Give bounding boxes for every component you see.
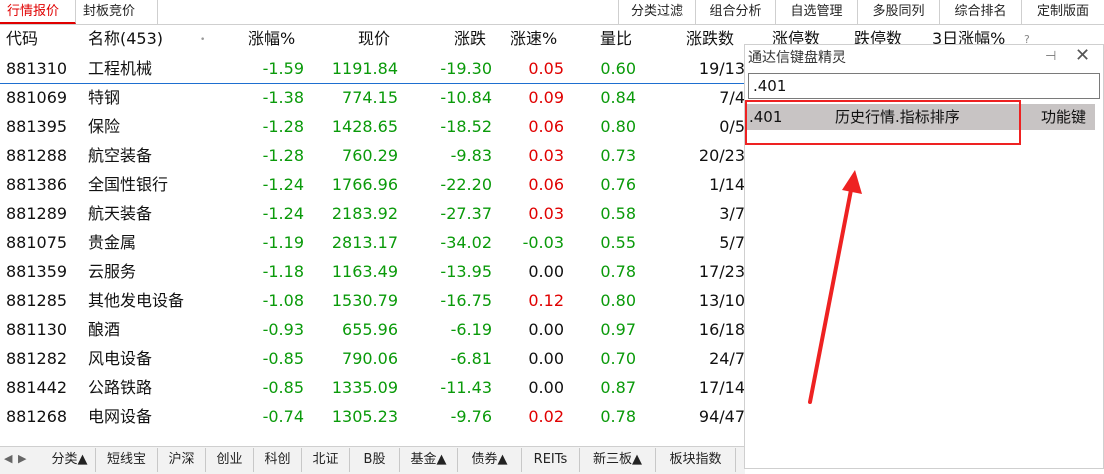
annotation-arrow-icon: [808, 170, 862, 404]
